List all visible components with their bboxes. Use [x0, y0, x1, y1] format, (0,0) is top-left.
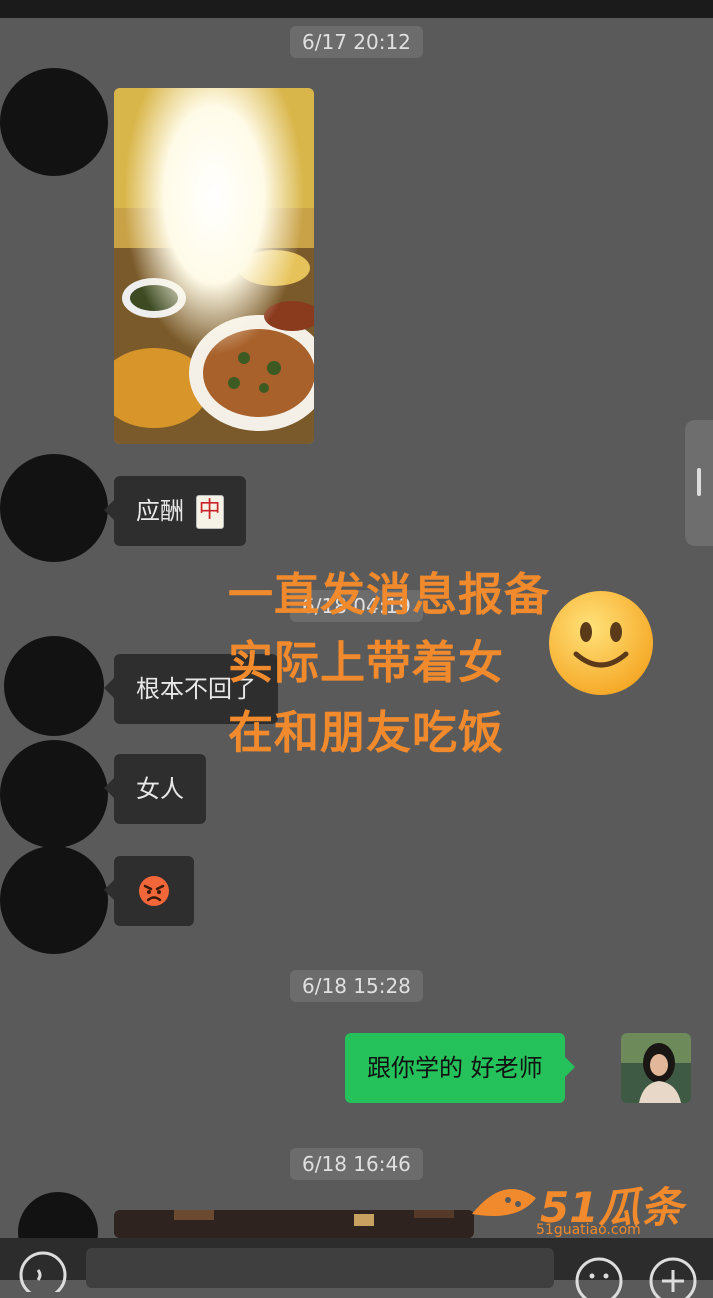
- message-bubble-incoming[interactable]: 女人: [104, 754, 206, 824]
- message-bubble-outgoing[interactable]: 跟你学的 好老师: [345, 1033, 575, 1103]
- timestamp: 6/18 15:28: [290, 970, 423, 1002]
- avatar-redacted[interactable]: [0, 68, 108, 176]
- message-text: 应酬: [136, 497, 184, 525]
- avatar-redacted[interactable]: [0, 740, 108, 848]
- avatar-redacted[interactable]: [4, 636, 104, 736]
- timestamp: 6/18 16:46: [290, 1148, 423, 1180]
- smiley-face-icon: [549, 591, 653, 695]
- timestamp: 6/17 20:12: [290, 26, 423, 58]
- message-input[interactable]: [86, 1248, 554, 1288]
- message-bubble-incoming[interactable]: [104, 856, 194, 926]
- photo-message-partial[interactable]: [114, 1210, 474, 1238]
- photo-image: [114, 1210, 474, 1238]
- message-bubble-incoming[interactable]: 应酬 中: [104, 476, 246, 546]
- watermark-logo-icon: [472, 1189, 536, 1216]
- mahjong-red-dragon-icon: 中: [195, 495, 224, 529]
- food-photo-image: [114, 88, 314, 444]
- avatar-photo: [621, 1033, 691, 1103]
- overlay-caption-line3: 在和朋友吃饭: [228, 706, 505, 759]
- emoji-icon[interactable]: [574, 1256, 624, 1298]
- message-text: 跟你学的 好老师: [367, 1054, 543, 1082]
- overlay-caption-line1: 一直发消息报备: [228, 568, 551, 621]
- scroll-handle[interactable]: [685, 420, 713, 546]
- status-bar: [0, 0, 713, 18]
- overlay-caption-line2-start: 实际上带着女: [228, 636, 505, 689]
- add-icon[interactable]: [648, 1256, 698, 1298]
- avatar-redacted[interactable]: [0, 846, 108, 954]
- food-photo-message[interactable]: [114, 88, 314, 444]
- message-text: 女人: [136, 775, 184, 803]
- my-avatar[interactable]: [621, 1033, 691, 1103]
- avatar-redacted[interactable]: [0, 454, 108, 562]
- angry-face-icon: [139, 876, 169, 906]
- voice-icon[interactable]: [18, 1250, 68, 1292]
- watermark-domain: 51guatiao.com: [536, 1222, 641, 1238]
